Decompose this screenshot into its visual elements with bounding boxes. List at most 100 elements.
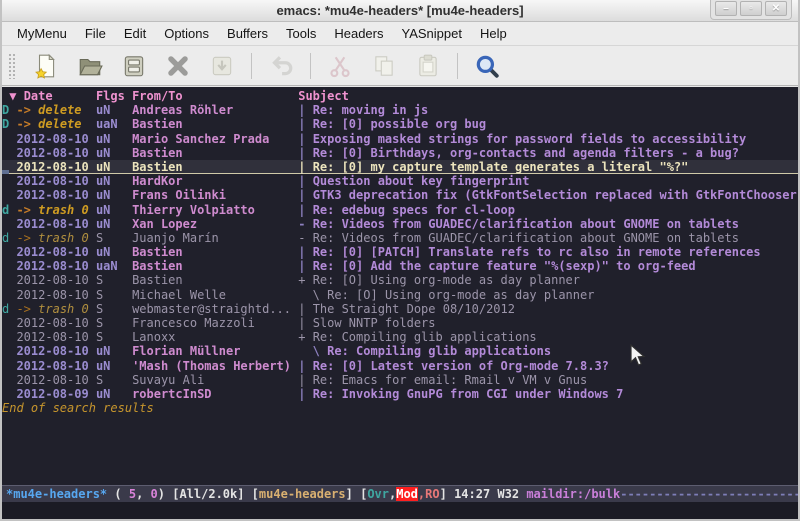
mark-target: trash 0 (38, 203, 96, 217)
mark-arrow: -> (16, 203, 38, 217)
message-row[interactable]: 2012-08-10 S Michael Welle \ Re: [O] Usi… (2, 288, 798, 302)
mark-arrow: -> (16, 103, 38, 117)
from-cell: robertcInSD (132, 387, 298, 401)
subject-cell: Re: [O] Using org-mode as day planner (313, 273, 580, 287)
message-row[interactable]: 2012-08-10 uaN Bastien | Re: [0] Add the… (2, 259, 798, 273)
maximize-button[interactable]: ▫ (740, 1, 762, 16)
message-row[interactable]: 2012-08-10 S Francesco Mazzoli | Slow NN… (2, 316, 798, 330)
menu-tools[interactable]: Tools (277, 24, 325, 43)
mark-cell (2, 344, 16, 358)
menu-edit[interactable]: Edit (115, 24, 155, 43)
thread-prefix: - (298, 231, 312, 245)
message-row[interactable]: 2012-08-10 uN Bastien | Re: [0] [PATCH] … (2, 245, 798, 259)
message-row[interactable]: 2012-08-10 S Lanoxx + Re: Compiling glib… (2, 330, 798, 344)
message-row[interactable]: D -> delete uN Andreas Röhler | Re: movi… (2, 103, 798, 117)
flags-cell: uN (96, 387, 132, 401)
mu4e-headers-buffer[interactable]: ▼ Date Flgs From/To Subject D -> delete … (2, 86, 798, 485)
date-cell: 2012-08-10 (16, 160, 95, 174)
thread-prefix: | (298, 259, 312, 273)
mark-cell (2, 288, 16, 302)
titlebar[interactable]: emacs: *mu4e-headers* [mu4e-headers] –▫✕ (2, 0, 798, 22)
menu-headers[interactable]: Headers (325, 24, 392, 43)
date-cell: 2012-08-10 (16, 273, 95, 287)
from-cell: Michael Welle (132, 288, 298, 302)
modeline-plain: , (136, 487, 150, 501)
modeline-modified: Mod (396, 487, 418, 501)
menu-yasnippet[interactable]: YASnippet (392, 24, 470, 43)
from-cell: Suvayu Ali (132, 373, 298, 387)
menu-bar: MyMenuFileEditOptionsBuffersToolsHeaders… (2, 22, 798, 46)
message-row[interactable]: 2012-08-10 uN 'Mash (Thomas Herbert) | R… (2, 359, 798, 373)
message-row[interactable]: 2012-08-10 S Bastien + Re: [O] Using org… (2, 273, 798, 287)
flags-cell: S (96, 231, 132, 245)
message-row[interactable]: 2012-08-10 uN Frans Oilinki | GTK3 depre… (2, 188, 798, 202)
message-row[interactable]: 2012-08-10 uN Bastien | Re: [0] my captu… (2, 160, 798, 174)
cut-button (323, 50, 357, 82)
mark-cell (2, 188, 16, 202)
date-cell: 2012-08-10 (16, 146, 95, 160)
message-row[interactable]: 2012-08-10 uN Florian Müllner \ Re: Comp… (2, 344, 798, 358)
mark-cell (2, 245, 16, 259)
open-file-icon (77, 53, 103, 79)
message-row[interactable]: 2012-08-09 uN robertcInSD | Re: Invoking… (2, 387, 798, 401)
message-row[interactable]: d -> trash 0 uN Thierry Volpiatto | Re: … (2, 203, 798, 217)
toolbar-separator (457, 53, 458, 79)
message-row[interactable]: 2012-08-10 uN Xan Lopez - Re: Videos fro… (2, 217, 798, 231)
from-cell: Bastien (132, 259, 298, 273)
modeline-modename: mu4e-headers (259, 487, 346, 501)
menu-help[interactable]: Help (471, 24, 516, 43)
flags-cell: uN (96, 188, 132, 202)
search-button[interactable] (470, 50, 504, 82)
mode-line[interactable]: *mu4e-headers* ( 5, 0) [All/2.0k] [mu4e-… (2, 485, 798, 502)
modeline-dashes: ---------------------------------------- (620, 487, 798, 501)
thread-prefix: | (298, 132, 312, 146)
message-row[interactable]: d -> trash 0 S webmaster@straightd... | … (2, 302, 798, 316)
from-cell: Bastien (132, 160, 298, 174)
new-file-button[interactable] (29, 50, 63, 82)
flags-cell: S (96, 373, 132, 387)
save-as-icon (209, 53, 235, 79)
message-row[interactable]: 2012-08-10 S Suvayu Ali | Re: Emacs for … (2, 373, 798, 387)
flags-cell: uN (96, 103, 132, 117)
from-cell: Thierry Volpiatto (132, 203, 298, 217)
menu-buffers[interactable]: Buffers (218, 24, 277, 43)
mark-cell (2, 387, 16, 401)
thread-prefix: | (298, 203, 312, 217)
date-cell: 2012-08-10 (16, 188, 95, 202)
headers-column-header[interactable]: ▼ Date Flgs From/To Subject (2, 89, 798, 103)
subject-cell: Exposing masked strings for password fie… (313, 132, 746, 146)
message-row[interactable]: 2012-08-10 uN HardKor | Question about k… (2, 174, 798, 188)
flags-cell: uaN (96, 259, 132, 273)
message-row[interactable]: 2012-08-10 uN Mario Sanchez Prada | Expo… (2, 132, 798, 146)
close-button[interactable]: ✕ (765, 1, 787, 16)
open-file-button[interactable] (73, 50, 107, 82)
from-cell: Lanoxx (132, 330, 298, 344)
message-row[interactable]: 2012-08-10 uN Bastien | Re: [0] Birthday… (2, 146, 798, 160)
from-cell: Bastien (132, 146, 298, 160)
message-row[interactable]: d -> trash 0 S Juanjo Marín - Re: Videos… (2, 231, 798, 245)
close-buffer-icon (165, 53, 191, 79)
undo-button (264, 50, 298, 82)
toolbar-grip-handle[interactable] (8, 53, 16, 79)
date-cell: 2012-08-10 (16, 330, 95, 344)
date-cell: 2012-08-10 (16, 316, 95, 330)
subject-cell: Question about key fingerprint (313, 174, 530, 188)
modeline-plain: 14:27 W32 (454, 487, 526, 501)
echo-area[interactable] (2, 502, 798, 519)
mark-cell: d (2, 203, 16, 217)
close-buffer-button[interactable] (161, 50, 195, 82)
subject-cell: Re: Compiling glib applications (327, 344, 551, 358)
menu-options[interactable]: Options (155, 24, 218, 43)
flags-cell: uN (96, 174, 132, 188)
menu-file[interactable]: File (76, 24, 115, 43)
modeline-plain: ] (440, 487, 454, 501)
cut-icon (327, 53, 353, 79)
mark-cell: d (2, 302, 16, 316)
message-row[interactable]: D -> delete uaN Bastien | Re: [0] possib… (2, 117, 798, 131)
minimize-button[interactable]: – (715, 1, 737, 16)
save-file-button[interactable] (117, 50, 151, 82)
flags-cell: uN (96, 146, 132, 160)
flags-cell: S (96, 316, 132, 330)
menu-mymenu[interactable]: MyMenu (8, 24, 76, 43)
save-as-button (205, 50, 239, 82)
